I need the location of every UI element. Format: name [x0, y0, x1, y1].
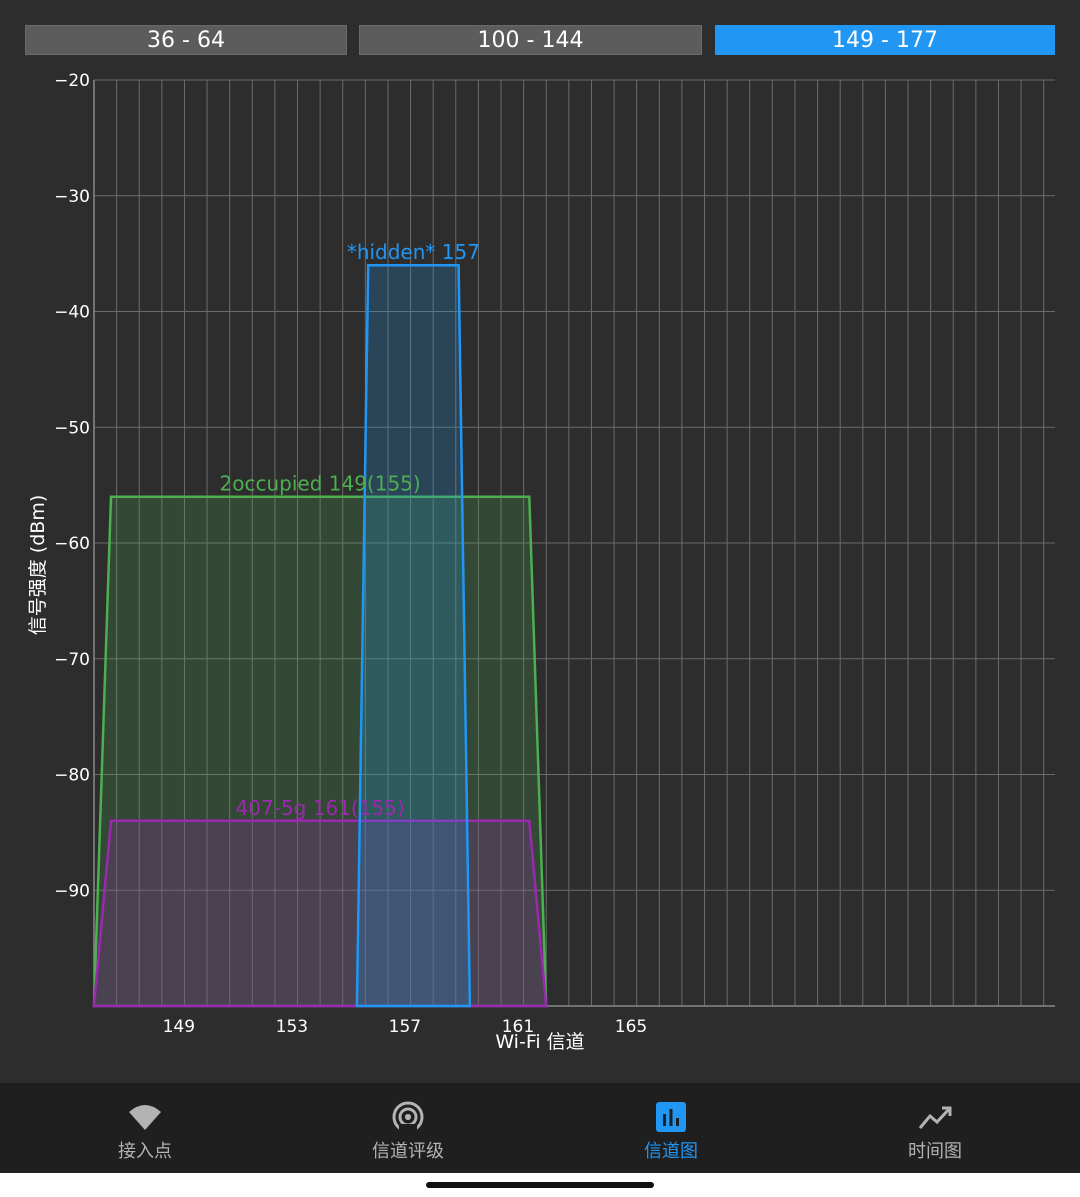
- system-home-area: [0, 1173, 1080, 1197]
- y-tick-label: −50: [54, 418, 90, 438]
- y-tick-label: −80: [54, 766, 90, 786]
- y-tick-label: −40: [54, 303, 90, 323]
- x-axis-title: Wi-Fi 信道: [495, 1031, 584, 1053]
- x-tick-label: 165: [615, 1017, 647, 1037]
- nav-label: 时间图: [908, 1141, 962, 1162]
- y-axis-ticks: −20 −30 −40 −50 −60 −70 −80 −90: [54, 71, 90, 901]
- x-tick-label: 157: [389, 1017, 421, 1037]
- nav-channel-rating[interactable]: 信道评级: [273, 1083, 543, 1173]
- tab-100-144[interactable]: 100 - 144: [359, 25, 702, 55]
- nav-label: 接入点: [118, 1141, 172, 1162]
- wifi-icon: [129, 1105, 161, 1130]
- tab-36-64[interactable]: 36 - 64: [25, 25, 347, 55]
- network-label: 407-5g 161(155): [236, 796, 405, 820]
- network-area: [355, 263, 472, 1008]
- nav-time-graph[interactable]: 时间图: [800, 1083, 1070, 1173]
- y-tick-label: −20: [54, 71, 90, 91]
- bar-chart-icon: [656, 1102, 686, 1132]
- x-tick-label: 149: [163, 1017, 195, 1037]
- network-area: [92, 819, 548, 1008]
- y-tick-label: −30: [54, 187, 90, 207]
- bottom-navigation: 接入点 信道评级 信道图 时间图: [0, 1083, 1080, 1173]
- nav-label: 信道图: [644, 1141, 698, 1162]
- y-tick-label: −60: [54, 534, 90, 554]
- nav-channel-graph[interactable]: 信道图: [536, 1083, 806, 1173]
- line-chart-icon: [918, 1106, 952, 1129]
- y-tick-label: −90: [54, 881, 90, 901]
- network-label: *hidden* 157: [347, 240, 480, 264]
- y-axis-title: 信号强度 (dBm): [27, 495, 49, 635]
- network-label: 2occupied 149(155): [220, 472, 421, 496]
- nav-label: 信道评级: [372, 1141, 444, 1162]
- signal-rating-icon: [392, 1101, 424, 1134]
- y-tick-label: −70: [54, 650, 90, 670]
- x-tick-label: 153: [276, 1017, 308, 1037]
- channel-graph: 2occupied 149(155) 407-5g 161(155) *hidden…: [27, 71, 1055, 1053]
- tab-149-177[interactable]: 149 - 177: [715, 25, 1055, 55]
- home-indicator[interactable]: [426, 1182, 654, 1188]
- nav-access-points[interactable]: 接入点: [10, 1083, 280, 1173]
